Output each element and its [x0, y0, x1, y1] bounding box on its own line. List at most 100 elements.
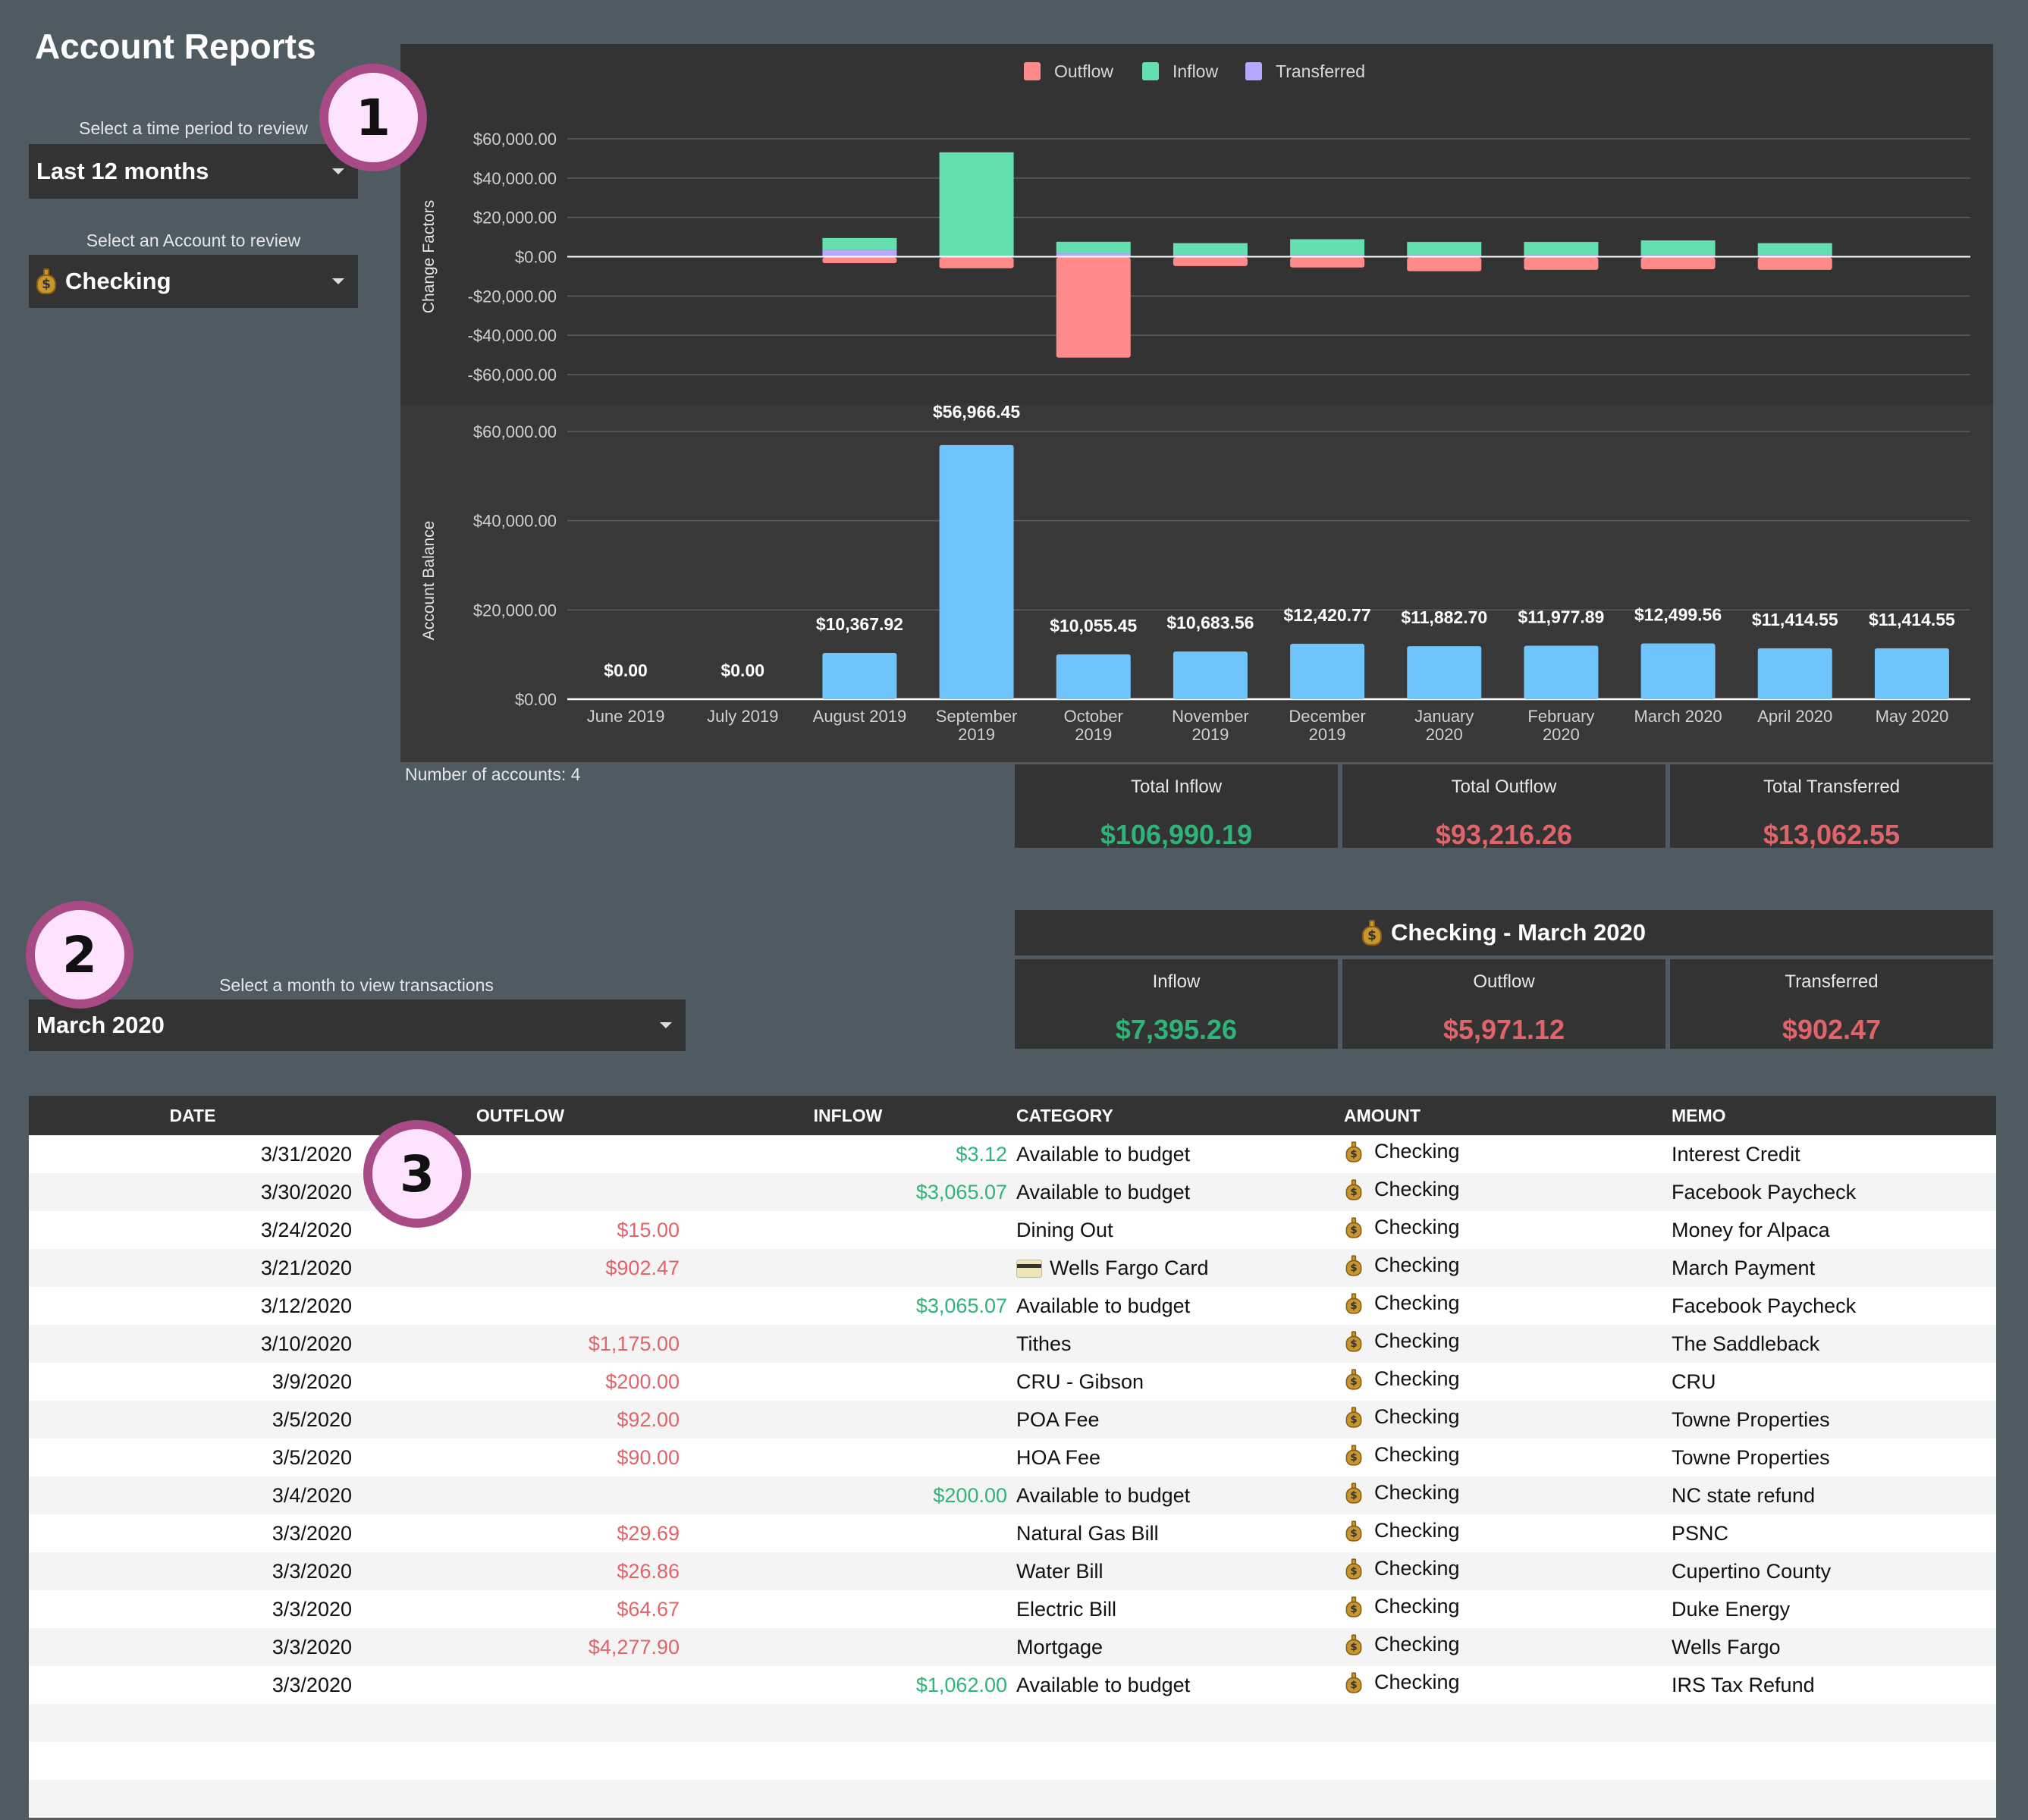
column-header-category[interactable]: CATEGORY [1012, 1096, 1339, 1135]
x-tick-label: July 2019 [707, 707, 778, 726]
cell-inflow [684, 1628, 1012, 1666]
cell-inflow: $1,062.00 [684, 1666, 1012, 1704]
bar-balance [1290, 643, 1365, 699]
time-period-dropdown[interactable]: Last 12 months [29, 144, 358, 199]
cell-outflow: $902.47 [356, 1249, 684, 1287]
table-header-row: DATE OUTFLOW INFLOW CATEGORY AMOUNT MEMO [29, 1096, 1996, 1135]
category-text: CRU - Gibson [1016, 1370, 1144, 1393]
table-row[interactable]: 3/5/2020 $90.00 HOA Fee $ Checking Towne Prop… [29, 1439, 1996, 1476]
cell-account: $ Checking [1339, 1628, 1667, 1666]
legend-label: Outflow [1054, 61, 1113, 81]
column-header-memo[interactable]: MEMO [1667, 1096, 1996, 1135]
account-text: Checking [1374, 1443, 1460, 1466]
total-inflow-label: Total Inflow [1130, 777, 1223, 797]
x-tick-label: 2020 [1426, 725, 1463, 744]
x-tick-label: 2020 [1543, 725, 1580, 744]
x-tick-label: May 2020 [1876, 707, 1949, 726]
x-tick-label: 2019 [958, 725, 995, 744]
annotation-badge-2: 2 [26, 901, 133, 1009]
cell-account: $ Checking [1339, 1552, 1667, 1590]
category-text: Available to budget [1016, 1142, 1191, 1166]
bar-inflow [1524, 242, 1599, 256]
total-outflow-card: Total Outflow $93,216.26 [1342, 764, 1665, 850]
table-row[interactable]: 3/3/2020 $1,062.00 Available to budget $ Che… [29, 1666, 1996, 1704]
cell-date: 3/3/2020 [29, 1590, 356, 1628]
money-bag-icon: $ [1345, 1368, 1362, 1390]
money-bag-icon: $ [1345, 1520, 1362, 1542]
table-row[interactable]: 3/21/2020 $902.47 Wells Fargo Card $ Checkin… [29, 1249, 1996, 1287]
total-outflow-label: Total Outflow [1451, 777, 1557, 797]
total-transferred-value: $13,062.55 [1763, 819, 1901, 850]
cell-category: Dining Out [1012, 1211, 1339, 1249]
bar-balance [1407, 646, 1482, 699]
cell-category: Available to budget [1012, 1476, 1339, 1514]
cell-outflow [356, 1287, 684, 1325]
money-bag-icon: $ [1345, 1633, 1362, 1655]
table-row[interactable]: 3/3/2020 $29.69 Natural Gas Bill $ Checking P… [29, 1514, 1996, 1552]
month-summary-title: Checking - March 2020 [1391, 919, 1646, 946]
month-outflow-label: Outflow [1473, 971, 1535, 992]
column-header-amount[interactable]: AMOUNT [1339, 1096, 1667, 1135]
account-dropdown[interactable]: $ Checking [29, 255, 358, 308]
cell-outflow: $64.67 [356, 1590, 684, 1628]
category-text: Available to budget [1016, 1673, 1191, 1696]
total-outflow-value: $93,216.26 [1435, 819, 1573, 850]
cell-date: 3/9/2020 [29, 1363, 356, 1401]
table-row[interactable]: 3/12/2020 $3,065.07 Available to budget $ Ch… [29, 1287, 1996, 1325]
month-dropdown[interactable]: March 2020 [29, 999, 686, 1051]
month-transferred-label: Transferred [1785, 971, 1879, 992]
account-text: Checking [1374, 1140, 1460, 1163]
table-row[interactable]: 3/3/2020 $4,277.90 Mortgage $ Checking Wells … [29, 1628, 1996, 1666]
data-label: $0.00 [604, 661, 648, 680]
money-bag-icon: $ [1345, 1671, 1362, 1693]
cell-outflow: $26.86 [356, 1552, 684, 1590]
x-tick-label: March 2020 [1634, 707, 1722, 726]
account-text: Checking [1374, 1671, 1460, 1693]
category-text: HOA Fee [1016, 1445, 1101, 1469]
month-value: March 2020 [36, 1012, 165, 1038]
data-label: $10,367.92 [816, 614, 903, 634]
table-row[interactable]: 3/10/2020 $1,175.00 Tithes $ Checking The Sad… [29, 1325, 1996, 1363]
x-tick-label: December [1289, 707, 1365, 726]
cell-memo: March Payment [1667, 1249, 1996, 1287]
cell-inflow: $3.12 [684, 1135, 1012, 1173]
category-text: Electric Bill [1016, 1597, 1117, 1621]
cell-category: CRU - Gibson [1012, 1363, 1339, 1401]
bar-outflow [1290, 257, 1365, 268]
column-header-date[interactable]: DATE [29, 1096, 356, 1135]
x-tick-label: October [1064, 707, 1123, 726]
y-tick-label: $40,000.00 [473, 512, 557, 531]
cell-inflow [684, 1363, 1012, 1401]
x-tick-label: January [1414, 707, 1474, 726]
money-bag-icon: $ [1345, 1141, 1362, 1163]
table-row[interactable]: 3/24/2020 $15.00 Dining Out $ Checking Money … [29, 1211, 1996, 1249]
cell-date: 3/3/2020 [29, 1552, 356, 1590]
data-label: $11,882.70 [1401, 607, 1487, 627]
money-bag-icon: $ [1362, 920, 1383, 946]
cell-outflow: $4,277.90 [356, 1628, 684, 1666]
y-axis-title: Account Balance [420, 521, 438, 641]
table-row[interactable]: 3/3/2020 $64.67 Electric Bill $ Checking Duke… [29, 1590, 1996, 1628]
cell-date: 3/5/2020 [29, 1439, 356, 1476]
table-row[interactable]: 3/3/2020 $26.86 Water Bill $ Checking Cuperti… [29, 1552, 1996, 1590]
bar-inflow [1640, 240, 1716, 256]
table-row[interactable]: 3/4/2020 $200.00 Available to budget $ Check… [29, 1476, 1996, 1514]
table-row[interactable]: 3/5/2020 $92.00 POA Fee $ Checking Towne Prop… [29, 1401, 1996, 1439]
money-bag-icon: $ [1345, 1254, 1362, 1276]
cell-outflow: $90.00 [356, 1439, 684, 1476]
bar-inflow [1173, 243, 1248, 256]
column-header-inflow[interactable]: INFLOW [684, 1096, 1012, 1135]
money-bag-icon: $ [1345, 1292, 1362, 1314]
cell-inflow [684, 1325, 1012, 1363]
y-tick-label: $60,000.00 [473, 130, 557, 149]
table-row[interactable]: 3/31/2020 $3.12 Available to budget $ Checki… [29, 1135, 1996, 1173]
cell-date: 3/30/2020 [29, 1173, 356, 1211]
category-text: Mortgage [1016, 1635, 1103, 1658]
chart-panel: $60,000.00 $40,000.00 $20,000.00 $0.00 -$20,… [400, 44, 1993, 762]
account-text: Checking [1374, 1557, 1460, 1580]
bar-balance [1874, 648, 1949, 699]
total-transferred-label: Total Transferred [1763, 777, 1901, 797]
table-row[interactable]: 3/30/2020 $3,065.07 Available to budget $ Ch… [29, 1173, 1996, 1211]
month-outflow-value: $5,971.12 [1443, 1014, 1565, 1045]
table-row[interactable]: 3/9/2020 $200.00 CRU - Gibson $ Checking CRU [29, 1363, 1996, 1401]
